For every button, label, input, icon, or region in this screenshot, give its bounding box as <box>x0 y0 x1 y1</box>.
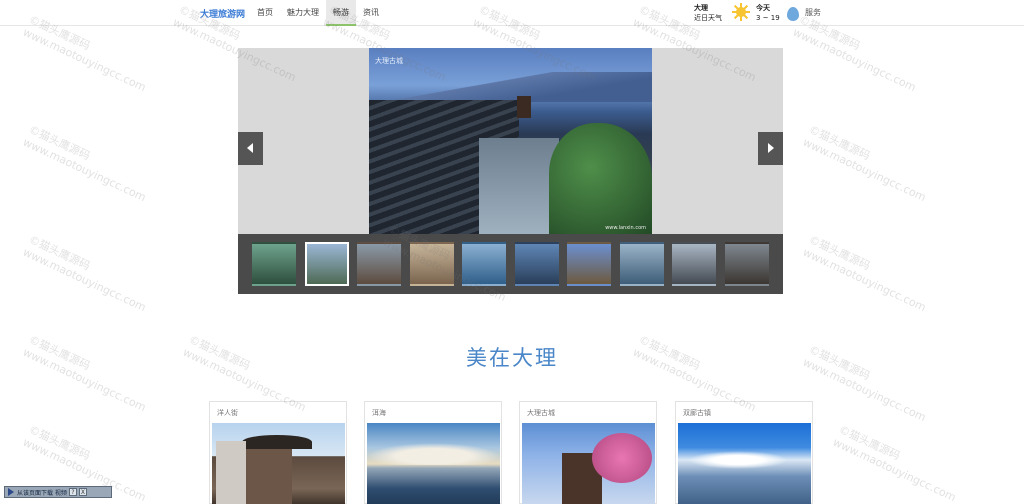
nav-links: 首页 魅力大理 畅游 资讯 <box>250 0 386 26</box>
site-brand-link[interactable]: 大理旅游网 <box>200 7 245 20</box>
carousel-prev-button[interactable] <box>238 132 263 165</box>
play-icon <box>8 488 14 496</box>
section-title: 美在大理 <box>466 346 558 370</box>
attraction-card-shuanglang[interactable]: 双廊古镇 <box>675 401 813 504</box>
thumbnail[interactable] <box>567 242 611 286</box>
card-label: 洱海 <box>372 409 386 417</box>
nav-link-travel[interactable]: 畅游 <box>326 0 356 26</box>
weather-today-temp: 3 ~ 19 <box>756 14 780 22</box>
photo-carousel: 大理古城 www.lanxin.com <box>238 48 783 294</box>
download-video-label[interactable]: 从该页面下载 视频 <box>17 488 67 497</box>
weather-city: 大理 <box>694 4 708 12</box>
main-photo-credit: www.lanxin.com <box>605 225 646 231</box>
thumbnail[interactable] <box>462 242 506 286</box>
card-label: 双廊古镇 <box>683 409 711 417</box>
nav-link-news[interactable]: 资讯 <box>356 0 386 26</box>
card-label: 洋人街 <box>217 409 238 417</box>
carousel-main-photo[interactable]: 大理古城 www.lanxin.com <box>369 48 652 234</box>
card-image[interactable] <box>212 423 345 504</box>
sun-icon <box>732 3 750 21</box>
video-download-bar[interactable]: 从该页面下载 视频 ? X <box>4 486 112 498</box>
card-label: 大理古城 <box>527 409 555 417</box>
close-button[interactable]: X <box>78 488 87 496</box>
watermark-text: ©猫头鹰源码 www.maotouyingcc.com <box>800 122 929 205</box>
weather-today-label: 今天 <box>756 4 770 12</box>
weather-widget: 大理 近日天气 今天 3 ~ 19 <box>694 3 780 23</box>
arrow-right-icon <box>768 143 774 153</box>
attraction-card-yangrenjie[interactable]: 洋人街 <box>209 401 347 504</box>
top-navigation-bar: 大理旅游网 首页 魅力大理 畅游 资讯 大理 近日天气 今天 3 ~ 19 服务 <box>0 0 1024 26</box>
watermark-text: ©猫头鹰源码 www.maotouyingcc.com <box>20 122 149 205</box>
watermark-text: ©猫头鹰源码 www.maotouyingcc.com <box>800 232 929 315</box>
nav-link-charm[interactable]: 魅力大理 <box>280 0 326 26</box>
weather-city-sub: 近日天气 <box>694 14 722 22</box>
weather-city-block: 大理 近日天气 <box>694 3 722 23</box>
thumbnail[interactable] <box>725 242 769 286</box>
watermark-text: ©猫头鹰源码 www.maotouyingcc.com <box>830 422 959 504</box>
service-link[interactable]: 服务 <box>805 7 821 18</box>
help-button[interactable]: ? <box>68 488 77 496</box>
attraction-card-dali-old-town[interactable]: 大理古城 <box>519 401 657 504</box>
thumbnail[interactable] <box>410 242 454 286</box>
thumbnail[interactable] <box>305 242 349 286</box>
card-image[interactable] <box>522 423 655 504</box>
raindrop-icon <box>787 7 799 21</box>
thumbnail[interactable] <box>252 242 296 286</box>
carousel-next-button[interactable] <box>758 132 783 165</box>
main-photo-caption: 大理古城 <box>375 57 403 65</box>
thumbnail[interactable] <box>357 242 401 286</box>
watermark-text: ©猫头鹰源码 www.maotouyingcc.com <box>20 232 149 315</box>
arrow-left-icon <box>247 143 253 153</box>
attraction-card-erhai[interactable]: 洱海 <box>364 401 502 504</box>
weather-today-block: 今天 3 ~ 19 <box>756 3 780 23</box>
thumbnail-strip <box>238 234 783 294</box>
nav-link-home[interactable]: 首页 <box>250 0 280 26</box>
card-image[interactable] <box>678 423 811 504</box>
thumbnail[interactable] <box>620 242 664 286</box>
card-image[interactable] <box>367 423 500 504</box>
thumbnail[interactable] <box>515 242 559 286</box>
thumbnail[interactable] <box>672 242 716 286</box>
